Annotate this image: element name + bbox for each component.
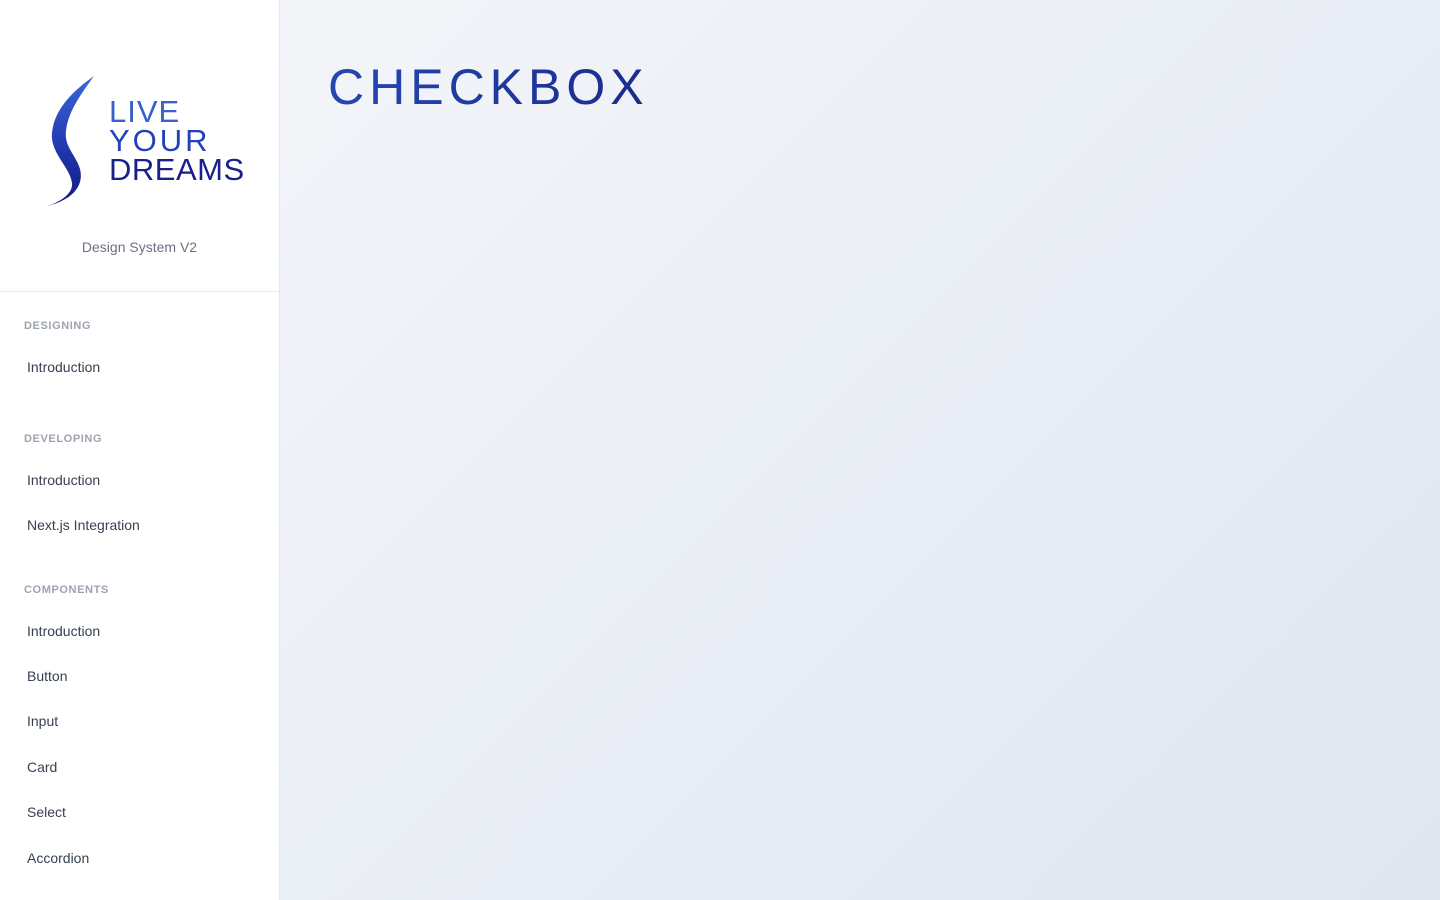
sidebar-nav: DESIGNING Introduction DEVELOPING Introd… (0, 320, 279, 866)
nav-item-accordion[interactable]: Accordion (0, 850, 279, 866)
nav-item-developing-introduction[interactable]: Introduction (0, 472, 279, 488)
logo-swoosh-icon (48, 76, 94, 206)
logo[interactable]: LIVE YOUR DREAMS (44, 75, 244, 207)
nav-section-components: COMPONENTS (24, 584, 109, 596)
page-title: CHECKBOX (328, 59, 649, 115)
nav-item-card[interactable]: Card (0, 759, 279, 775)
nav-item-button[interactable]: Button (0, 668, 279, 684)
sidebar: LIVE YOUR DREAMS Design System V2 DESIGN… (0, 0, 280, 900)
logo-line-dreams: DREAMS (109, 152, 245, 187)
nav-item-input[interactable]: Input (0, 713, 279, 729)
nav-section-designing: DESIGNING (24, 320, 92, 332)
logo-line-live: LIVE (109, 94, 181, 129)
nav-item-nextjs-integration[interactable]: Next.js Integration (0, 517, 279, 533)
nav-item-designing-introduction[interactable]: Introduction (0, 359, 279, 375)
nav-item-components-introduction[interactable]: Introduction (0, 623, 279, 639)
logo-wordmark: LIVE YOUR DREAMS (109, 94, 245, 187)
app-window: LIVE YOUR DREAMS Design System V2 DESIGN… (0, 0, 1440, 900)
nav-section-developing: DEVELOPING (24, 433, 103, 445)
main-content: CHECKBOX (280, 0, 1440, 900)
brand-subtitle: Design System V2 (81, 239, 198, 255)
brand-header: LIVE YOUR DREAMS Design System V2 (0, 0, 279, 292)
nav-item-select[interactable]: Select (0, 804, 279, 820)
logo-line-your: YOUR (109, 123, 211, 158)
